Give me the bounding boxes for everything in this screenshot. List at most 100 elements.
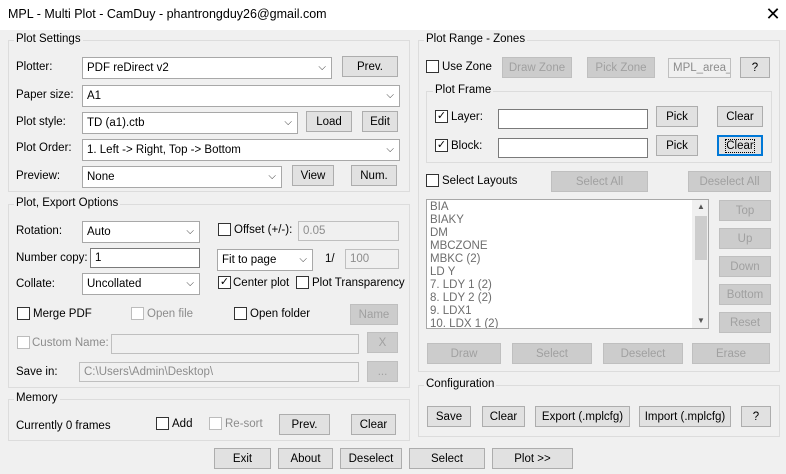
chevron-down-icon: ⌵ <box>186 226 194 237</box>
add-label: Add <box>172 418 193 430</box>
plot-style-select[interactable]: TD (a1).ctb ⌵ <box>82 112 298 134</box>
load-style-button[interactable]: Load <box>306 111 352 132</box>
block-checkbox[interactable]: ✓ <box>435 139 448 152</box>
memory-clear-button[interactable]: Clear <box>351 414 396 435</box>
custom-name-checkbox[interactable] <box>17 336 30 349</box>
open-folder-checkbox[interactable] <box>234 307 247 320</box>
layout-list-item[interactable]: LD Y <box>427 266 692 279</box>
footer-deselect-button[interactable]: Deselect <box>340 448 402 469</box>
layer-clear-button[interactable]: Clear <box>717 106 763 127</box>
erase-button[interactable]: Erase <box>692 343 770 364</box>
open-file-label: Open file <box>147 308 194 320</box>
config-export-button[interactable]: Export (.mplcfg) <box>535 406 630 427</box>
block-pick-button[interactable]: Pick <box>656 135 698 156</box>
chevron-down-icon: ⌵ <box>318 62 326 73</box>
draw-zone-button[interactable]: Draw Zone <box>502 57 572 78</box>
footer-select-button[interactable]: Select <box>409 448 485 469</box>
layer-input[interactable] <box>498 109 648 129</box>
merge-pdf-label: Merge PDF <box>33 308 92 320</box>
chevron-down-icon: ⌵ <box>268 171 276 182</box>
fit-select[interactable]: Fit to page ⌵ <box>217 249 313 271</box>
number-copy-input[interactable]: 1 <box>90 248 200 268</box>
save-in-input[interactable]: C:\Users\Admin\Desktop\ <box>79 362 359 382</box>
offset-checkbox[interactable] <box>218 223 231 236</box>
resort-checkbox[interactable] <box>209 417 222 430</box>
layout-list-item[interactable]: 7. LDY 1 (2) <box>427 279 692 292</box>
plotter-prev-button[interactable]: Prev. <box>342 56 398 77</box>
pick-zone-button[interactable]: Pick Zone <box>587 57 655 78</box>
scroll-up-icon[interactable]: ▲ <box>693 200 708 214</box>
move-bottom-button[interactable]: Bottom <box>719 284 771 305</box>
config-save-button[interactable]: Save <box>427 406 471 427</box>
zone-layer-input[interactable]: MPL_area_p <box>668 58 731 78</box>
config-clear-button[interactable]: Clear <box>482 406 525 427</box>
custom-name-input[interactable] <box>111 334 359 354</box>
layouts-list[interactable]: BIA BIAKY DM MBCZONE MBKC (2) LD Y 7. LDY 1 (2… <box>426 199 709 329</box>
close-icon[interactable]: ✕ <box>763 3 783 25</box>
plot-order-label: Plot Order: <box>16 142 72 154</box>
select-button[interactable]: Select <box>512 343 592 364</box>
zone-help-button[interactable]: ? <box>740 57 770 78</box>
deselect-all-button[interactable]: Deselect All <box>688 171 771 192</box>
layout-list-item[interactable]: BIA <box>427 201 692 214</box>
preview-select[interactable]: None ⌵ <box>82 166 282 188</box>
merge-pdf-checkbox[interactable] <box>17 307 30 320</box>
configuration-legend: Configuration <box>424 378 497 390</box>
collate-select[interactable]: Uncollated ⌵ <box>82 273 200 295</box>
paper-size-select[interactable]: A1 ⌵ <box>82 85 400 107</box>
select-layouts-checkbox[interactable] <box>426 174 439 187</box>
add-checkbox[interactable] <box>156 417 169 430</box>
draw-button[interactable]: Draw <box>427 343 501 364</box>
number-copy-label: Number copy: <box>16 252 88 264</box>
open-file-checkbox[interactable] <box>131 307 144 320</box>
browse-button[interactable]: ... <box>367 361 398 382</box>
layout-list-item[interactable]: BIAKY <box>427 214 692 227</box>
offset-input[interactable]: 0.05 <box>298 221 399 241</box>
scale-input[interactable]: 100 <box>345 249 399 269</box>
center-plot-checkbox[interactable]: ✓ <box>218 276 231 289</box>
layer-pick-button[interactable]: Pick <box>656 106 698 127</box>
window-title: MPL - Multi Plot - CamDuy - phantrongduy… <box>8 7 327 21</box>
rotation-select[interactable]: Auto ⌵ <box>82 221 200 243</box>
layouts-list-items: BIA BIAKY DM MBCZONE MBKC (2) LD Y 7. LDY 1 (2… <box>427 201 692 328</box>
config-import-button[interactable]: Import (.mplcfg) <box>639 406 731 427</box>
checkmark-icon: ✓ <box>436 139 447 151</box>
scrollbar-thumb[interactable] <box>695 216 707 260</box>
exit-button[interactable]: Exit <box>214 448 271 469</box>
deselect-button[interactable]: Deselect <box>603 343 683 364</box>
layer-checkbox[interactable]: ✓ <box>435 110 448 123</box>
config-help-button[interactable]: ? <box>741 406 771 427</box>
paper-size-label: Paper size: <box>16 89 74 101</box>
view-button[interactable]: View <box>292 165 334 186</box>
select-all-button[interactable]: Select All <box>551 171 648 192</box>
layouts-scrollbar[interactable]: ▲ ▼ <box>692 200 708 328</box>
about-button[interactable]: About <box>278 448 333 469</box>
use-zone-label: Use Zone <box>442 61 492 73</box>
plot-order-select[interactable]: 1. Left -> Right, Top -> Bottom ⌵ <box>82 139 400 161</box>
scroll-down-icon[interactable]: ▼ <box>693 314 708 328</box>
move-down-button[interactable]: Down <box>719 256 771 277</box>
plot-transparency-checkbox[interactable] <box>296 276 309 289</box>
plot-button[interactable]: Plot >> <box>492 448 573 469</box>
checkmark-icon: ✓ <box>219 276 230 288</box>
layout-list-item[interactable]: MBCZONE <box>427 240 692 253</box>
reset-order-button[interactable]: Reset <box>719 312 771 333</box>
layout-list-item[interactable]: 8. LDY 2 (2) <box>427 292 692 305</box>
block-clear-button[interactable]: Clear <box>717 135 763 156</box>
name-button[interactable]: Name <box>350 304 398 325</box>
num-button[interactable]: Num. <box>351 165 397 186</box>
clear-custom-name-button[interactable]: X <box>367 332 398 353</box>
layout-list-item[interactable]: MBKC (2) <box>427 253 692 266</box>
layout-list-item[interactable]: 9. LDX1 <box>427 305 692 318</box>
move-top-button[interactable]: Top <box>719 200 771 221</box>
block-input[interactable] <box>498 138 648 158</box>
memory-prev-button[interactable]: Prev. <box>279 414 330 435</box>
paper-size-value: A1 <box>87 90 102 102</box>
resort-label: Re-sort <box>225 418 263 430</box>
edit-style-button[interactable]: Edit <box>362 111 398 132</box>
plotter-select[interactable]: PDF reDirect v2 ⌵ <box>82 57 332 79</box>
layout-list-item[interactable]: DM <box>427 227 692 240</box>
use-zone-checkbox[interactable] <box>426 60 439 73</box>
move-up-button[interactable]: Up <box>719 228 771 249</box>
layout-list-item[interactable]: 10. LDX 1 (2) <box>427 318 692 328</box>
